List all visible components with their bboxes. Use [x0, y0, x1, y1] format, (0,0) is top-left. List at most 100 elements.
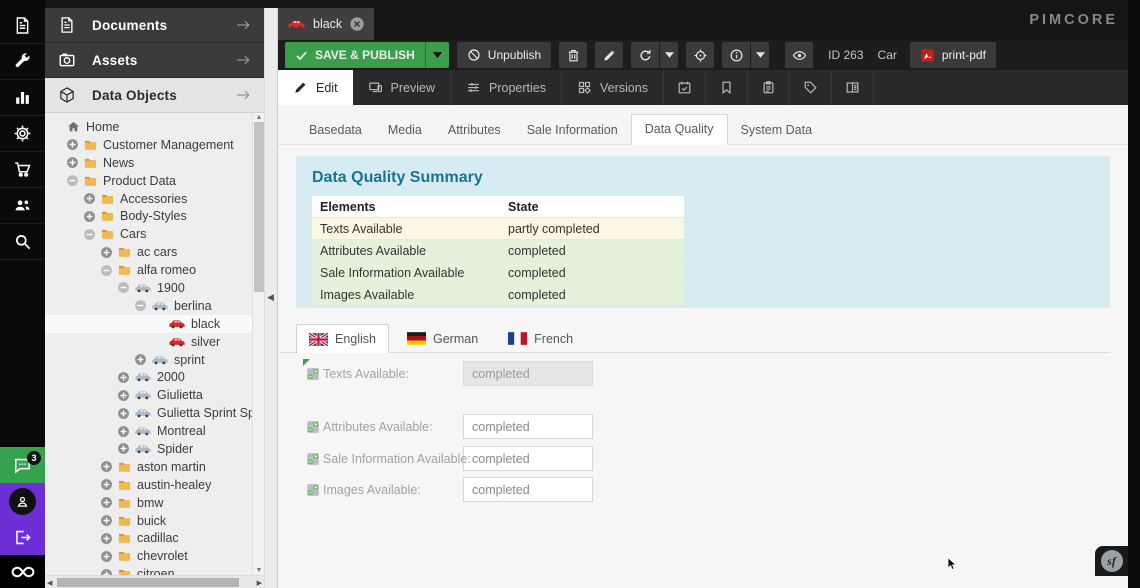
tree-item-giulietta[interactable]: Giulietta: [45, 386, 252, 404]
tree-item-label: sprint: [174, 353, 205, 367]
rail-user[interactable]: [0, 483, 45, 519]
tree-item-bmw[interactable]: bmw: [45, 494, 252, 512]
tool-refresh-caret[interactable]: [660, 42, 678, 68]
tab-edit[interactable]: Edit: [278, 70, 353, 105]
subtab-media[interactable]: Media: [375, 116, 435, 145]
rail-pimcore-logo[interactable]: [0, 555, 45, 588]
rail-documents[interactable]: [0, 8, 45, 44]
tree-item-sprint[interactable]: sprint: [45, 351, 252, 369]
close-icon[interactable]: [349, 16, 365, 32]
tool-eye-button[interactable]: [785, 42, 813, 68]
wrench-icon: [13, 52, 32, 71]
field-input-sale-information-available[interactable]: [463, 446, 593, 471]
language-tab-german[interactable]: German: [395, 324, 490, 353]
subtab-attributes[interactable]: Attributes: [435, 116, 514, 145]
tree-item-news[interactable]: News: [45, 154, 252, 172]
save-publish-button[interactable]: SAVE & PUBLISH: [285, 42, 425, 68]
summary-state: completed: [508, 244, 684, 258]
tab-calendar-check[interactable]: [664, 70, 706, 105]
tree-item-chevrolet[interactable]: chevrolet: [45, 547, 252, 565]
tab-preview[interactable]: Preview: [353, 70, 451, 105]
tool-pencil-button[interactable]: [595, 42, 623, 68]
tree-item-ac-cars[interactable]: ac cars: [45, 243, 252, 261]
tab-properties[interactable]: Properties: [451, 70, 562, 105]
tree-item-alfa-romeo[interactable]: alfa romeo: [45, 261, 252, 279]
tree-item-austin-healey[interactable]: austin-healey: [45, 476, 252, 494]
tree-item-1900[interactable]: 1900: [45, 279, 252, 297]
tree-item-gulietta-sprint-special[interactable]: Gulietta Sprint Special: [45, 404, 252, 422]
tree-item-home[interactable]: Home: [45, 118, 252, 136]
rail-ecommerce[interactable]: [0, 152, 45, 188]
panel-documents[interactable]: Documents: [45, 8, 264, 43]
tab-versions[interactable]: Versions: [562, 70, 664, 105]
rail-logout[interactable]: [0, 519, 45, 555]
tab-clipboard[interactable]: [748, 70, 790, 105]
tree-horizontal-scrollbar[interactable]: ◀ ▶: [45, 575, 264, 588]
subtab-data-quality[interactable]: Data Quality: [631, 114, 728, 145]
tool-target-button[interactable]: [686, 42, 714, 68]
tool-refresh-button[interactable]: [631, 42, 659, 68]
tree-item-montreal[interactable]: Montreal: [45, 422, 252, 440]
field-input-attributes-available[interactable]: [463, 414, 593, 439]
unpublish-button[interactable]: Unpublish: [457, 42, 551, 68]
rail-customers[interactable]: [0, 188, 45, 224]
tree-item-black[interactable]: black: [45, 315, 252, 333]
subtab-sale-information[interactable]: Sale Information: [514, 116, 631, 145]
tree-item-2000[interactable]: 2000: [45, 368, 252, 386]
panel-assets[interactable]: Assets: [45, 43, 264, 78]
sidebar-splitter[interactable]: ◀: [264, 8, 278, 588]
tree-item-accessories[interactable]: Accessories: [45, 190, 252, 208]
tree-item-berlina[interactable]: berlina: [45, 297, 252, 315]
plus-icon: [100, 246, 113, 259]
tab-tag[interactable]: [790, 70, 832, 105]
vertical-scroll-thumb[interactable]: [254, 122, 264, 292]
tree-item-cadillac[interactable]: cadillac: [45, 529, 252, 547]
tree-item-citroen[interactable]: citroen: [45, 565, 252, 575]
field-input-texts-available[interactable]: [463, 361, 593, 386]
field-row-images-available: Images Available:: [306, 477, 593, 502]
language-tab-english[interactable]: English: [296, 324, 389, 353]
top-bar: black PIMCORE: [278, 0, 1128, 40]
tree-item-spider[interactable]: Spider: [45, 440, 252, 458]
summary-table-body: Texts Availablepartly completedAttribute…: [312, 218, 684, 305]
rail-reports[interactable]: [0, 80, 45, 116]
tree-item-product-data[interactable]: Product Data: [45, 172, 252, 190]
tool-info-button[interactable]: [722, 42, 750, 68]
edit-content: Data Quality Summary Elements State Text…: [278, 145, 1128, 588]
save-options-caret[interactable]: [425, 42, 449, 68]
language-tab-french[interactable]: French: [496, 324, 585, 353]
open-object-tab-black[interactable]: black: [278, 8, 374, 40]
tool-trash-button[interactable]: [559, 42, 587, 68]
subtab-basedata[interactable]: Basedata: [296, 116, 375, 145]
symfony-toolbar-badge[interactable]: sf: [1095, 546, 1128, 576]
folder-icon: [117, 478, 132, 492]
tab-columns[interactable]: [832, 70, 874, 105]
rail-notifications[interactable]: 3: [0, 447, 45, 483]
collapse-sidebar-icon[interactable]: ◀: [267, 292, 274, 303]
tree-vertical-scrollbar[interactable]: ▲ ▼: [252, 113, 264, 575]
tree-item-silver[interactable]: silver: [45, 333, 252, 351]
rail-tools[interactable]: [0, 44, 45, 80]
tab-bookmark[interactable]: [706, 70, 748, 105]
field-input-images-available[interactable]: [463, 477, 593, 502]
subtab-system-data[interactable]: System Data: [728, 116, 826, 145]
tree-item-buick[interactable]: buick: [45, 512, 252, 530]
select-field-icon: [306, 367, 320, 381]
rail-search[interactable]: [0, 224, 45, 260]
plus-icon: [117, 389, 130, 402]
tree-item-customer-management[interactable]: Customer Management: [45, 136, 252, 154]
summary-state: completed: [508, 288, 684, 302]
scroll-left-icon[interactable]: ◀: [47, 579, 52, 587]
scroll-right-icon[interactable]: ▶: [257, 579, 262, 587]
tree-item-cars[interactable]: Cars: [45, 225, 252, 243]
panel-data-objects[interactable]: Data Objects: [45, 78, 264, 113]
folder-icon: [117, 460, 132, 474]
tree-item-aston-martin[interactable]: aston martin: [45, 458, 252, 476]
tool-info-caret[interactable]: [751, 42, 769, 68]
field-row-texts-available: Texts Available:: [306, 361, 593, 386]
tree-item-label: Spider: [157, 442, 193, 456]
horizontal-scroll-thumb[interactable]: [57, 578, 239, 587]
tree-item-body-styles[interactable]: Body-Styles: [45, 207, 252, 225]
rail-settings[interactable]: [0, 116, 45, 152]
print-pdf-button[interactable]: print-pdf: [910, 42, 996, 68]
